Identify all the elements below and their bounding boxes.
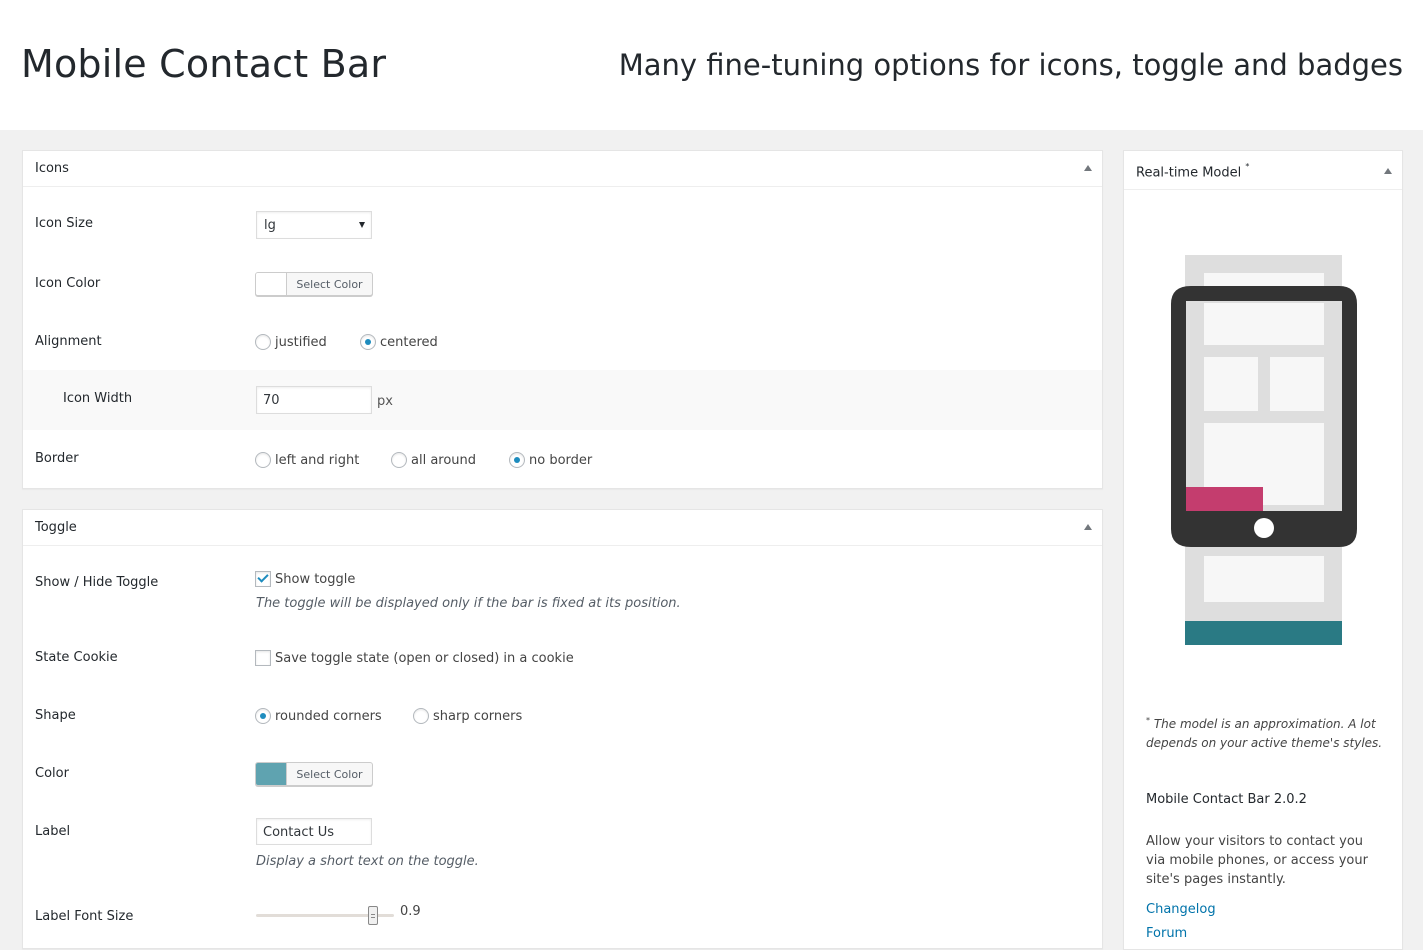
shape-row: Shape rounded corners sharp corners (23, 693, 1102, 751)
icon-color-row: Icon Color Select Color (23, 258, 1102, 316)
border-none-label[interactable]: no border (529, 453, 592, 468)
border-left-right-label[interactable]: left and right (275, 453, 359, 468)
shape-sharp-radio[interactable] (413, 708, 429, 724)
phone-home-button (1254, 518, 1274, 538)
icon-width-input[interactable]: 70 (256, 386, 372, 414)
realtime-model-header[interactable]: Real-time Model * (1124, 151, 1402, 190)
model-block (1270, 357, 1324, 411)
alignment-justified-label[interactable]: justified (275, 335, 327, 350)
icons-panel-header[interactable]: Icons (23, 151, 1102, 187)
phone-model-illustration (1171, 255, 1357, 645)
dropdown-caret-icon (359, 222, 365, 228)
toggle-panel-header[interactable]: Toggle (23, 510, 1102, 546)
shape-rounded-radio[interactable] (255, 708, 271, 724)
toggle-label-value: Contact Us (263, 825, 334, 840)
border-row: Border left and right all around no bord… (23, 430, 1102, 488)
show-toggle-description: The toggle will be displayed only if the… (256, 596, 681, 611)
collapse-arrow-icon[interactable] (1084, 165, 1092, 171)
icon-width-label: Icon Width (63, 391, 133, 406)
toggle-color-row: Color Select Color (23, 751, 1102, 809)
realtime-model-title: Real-time Model * (1136, 162, 1250, 181)
icon-size-row: Icon Size lg (23, 188, 1102, 258)
state-cookie-checkbox[interactable] (255, 650, 271, 666)
icon-color-swatch (256, 273, 287, 295)
icon-width-unit: px (377, 394, 393, 409)
select-color-label: Select Color (296, 768, 363, 781)
alignment-centered-radio[interactable] (360, 334, 376, 350)
label-font-size-row: Label Font Size 0.9 (23, 893, 1102, 949)
border-none-radio[interactable] (509, 452, 525, 468)
show-hide-toggle-row: Show / Hide Toggle Show toggle The toggl… (23, 547, 1102, 637)
icon-size-value: lg (264, 218, 276, 233)
shape-rounded-label[interactable]: rounded corners (275, 709, 382, 724)
border-all-around-radio[interactable] (391, 452, 407, 468)
shape-sharp-label[interactable]: sharp corners (433, 709, 522, 724)
state-cookie-checkbox-label[interactable]: Save toggle state (open or closed) in a … (275, 651, 574, 666)
font-size-slider-handle[interactable] (368, 906, 378, 925)
model-block (1204, 303, 1324, 345)
show-toggle-checkbox-label[interactable]: Show toggle (275, 572, 355, 587)
font-size-value: 0.9 (400, 904, 421, 919)
icon-width-row: Icon Width 70 px (23, 370, 1102, 430)
alignment-row: Alignment justified centered (23, 316, 1102, 370)
model-toggle (1185, 487, 1263, 511)
select-color-label: Select Color (296, 278, 363, 291)
model-block (1204, 556, 1324, 602)
toggle-label-row: Label Contact Us Display a short text on… (23, 809, 1102, 893)
collapse-arrow-icon[interactable] (1084, 524, 1092, 530)
changelog-link[interactable]: Changelog (1146, 902, 1216, 917)
model-contact-bar (1185, 621, 1342, 645)
model-block (1204, 357, 1258, 411)
alignment-centered-label[interactable]: centered (380, 335, 438, 350)
collapse-arrow-icon[interactable] (1384, 168, 1392, 174)
plugin-description: Allow your visitors to contact you via m… (1146, 834, 1368, 887)
state-cookie-row: State Cookie Save toggle state (open or … (23, 637, 1102, 693)
border-left-right-radio[interactable] (255, 452, 271, 468)
border-all-around-label[interactable]: all around (411, 453, 476, 468)
checkmark-icon (257, 571, 269, 583)
model-note: * The model is an approximation. A lot d… (1146, 716, 1383, 750)
label-font-size-label: Label Font Size (35, 909, 134, 924)
show-hide-toggle-label: Show / Hide Toggle (35, 575, 159, 590)
toggle-panel: Toggle Show / Hide Toggle Show toggle Th… (22, 509, 1103, 949)
toggle-color-label: Color (35, 766, 69, 781)
icon-size-select[interactable]: lg (256, 211, 372, 239)
show-toggle-checkbox[interactable] (255, 571, 271, 587)
border-label: Border (35, 451, 79, 466)
realtime-model-panel: Real-time Model * * The model is an appr… (1123, 150, 1403, 950)
toggle-color-swatch (256, 763, 287, 785)
toggle-label-input[interactable]: Contact Us (256, 818, 372, 845)
alignment-justified-radio[interactable] (255, 334, 271, 350)
shape-label: Shape (35, 708, 76, 723)
toggle-color-picker-button[interactable]: Select Color (255, 762, 373, 786)
page-tagline: Many fine-tuning options for icons, togg… (618, 48, 1403, 82)
page-title: Mobile Contact Bar (21, 42, 387, 86)
icon-color-picker-button[interactable]: Select Color (255, 272, 373, 296)
page-header: Mobile Contact Bar Many fine-tuning opti… (0, 0, 1423, 130)
icon-size-label: Icon Size (35, 216, 93, 231)
state-cookie-label: State Cookie (35, 650, 118, 665)
icons-panel-title: Icons (35, 161, 69, 176)
icon-width-value: 70 (263, 393, 280, 408)
icons-panel: Icons Icon Size lg Icon Color Select Col… (22, 150, 1103, 489)
toggle-label-label: Label (35, 824, 71, 839)
icon-color-label: Icon Color (35, 276, 101, 291)
plugin-version: Mobile Contact Bar 2.0.2 (1146, 792, 1307, 807)
toggle-label-description: Display a short text on the toggle. (256, 854, 479, 869)
alignment-label: Alignment (35, 334, 102, 349)
toggle-panel-title: Toggle (35, 520, 77, 535)
